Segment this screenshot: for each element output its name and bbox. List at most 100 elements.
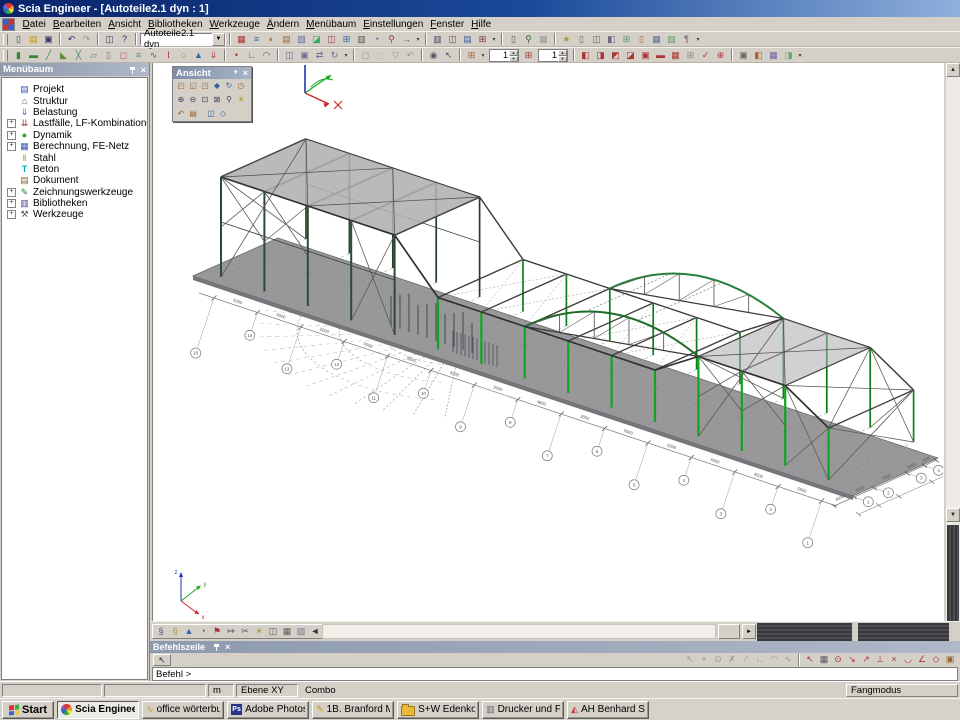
view-front-icon[interactable]: ◱ bbox=[187, 80, 199, 92]
project-combo[interactable]: Autoteile2.1 dyn ▼ bbox=[140, 33, 226, 46]
status-plane[interactable]: Ebene XY bbox=[236, 684, 298, 697]
beam-icon[interactable]: ▬ bbox=[26, 48, 41, 62]
flag-icon[interactable]: ⚑ bbox=[210, 625, 224, 638]
search-icon[interactable]: ⚲ bbox=[384, 32, 399, 46]
toolbar-grip[interactable] bbox=[3, 34, 8, 45]
base-plate-icon[interactable]: ▬ bbox=[653, 48, 668, 62]
page-star-icon[interactable]: ▯ bbox=[634, 32, 649, 46]
sidebar-item-zeichnungswerkzeuge[interactable]: +✎Zeichnungswerkzeuge bbox=[2, 187, 147, 198]
sidebar-item-beton[interactable]: TBeton bbox=[2, 164, 147, 175]
unselect-icon[interactable]: ◻ bbox=[373, 48, 388, 62]
taskbar-task-adobe-photoshop[interactable]: PsAdobe Photoshop ... bbox=[227, 701, 309, 719]
combo-dropdown-arrow-icon[interactable]: ▼ bbox=[212, 33, 225, 46]
print-icon[interactable]: ▥ bbox=[430, 32, 445, 46]
pin-icon[interactable] bbox=[129, 66, 137, 74]
view-palette-header[interactable]: Ansicht ▼ × bbox=[173, 67, 251, 79]
arc-icon[interactable]: ◠ bbox=[259, 48, 274, 62]
page-new-icon[interactable]: ⊞ bbox=[619, 32, 634, 46]
sidebar-item-dynamik[interactable]: +●Dynamik bbox=[2, 130, 147, 141]
fe-mesh-icon[interactable]: ▦ bbox=[280, 625, 294, 638]
shrink-icon[interactable]: ✂ bbox=[238, 625, 252, 638]
scroll-right-icon[interactable]: ► bbox=[742, 624, 756, 639]
zoom-cursor-icon[interactable]: ⊙ bbox=[711, 653, 725, 666]
sidebar-item-lastfälle-lf-kombinationen[interactable]: +⇊Lastfälle, LF-Kombinationen bbox=[2, 118, 147, 129]
page-text-icon[interactable]: ¶ bbox=[679, 32, 694, 46]
table-icon[interactable]: ⊞ bbox=[339, 32, 354, 46]
gallery-icon[interactable]: ▧ bbox=[294, 32, 309, 46]
dimension-icon[interactable]: ↦ bbox=[224, 625, 238, 638]
polyline-cursor-icon[interactable]: ∟ bbox=[753, 653, 767, 666]
grid-step-icon[interactable]: ⊞ bbox=[521, 48, 536, 62]
overflow-arrow-icon[interactable]: ▾ bbox=[479, 48, 487, 62]
snap-mode-icon[interactable]: ↖ bbox=[803, 653, 817, 666]
zoom-page-icon[interactable]: ⚲ bbox=[521, 32, 536, 46]
spinner-up-down-icon[interactable]: ▲▼ bbox=[509, 50, 518, 61]
cross-section-icon[interactable]: I bbox=[161, 48, 176, 62]
wireframe-icon[interactable]: ▦ bbox=[766, 48, 781, 62]
wall-icon[interactable]: ▯ bbox=[101, 48, 116, 62]
vertical-scroll-thumb[interactable] bbox=[947, 525, 959, 621]
snap-intersection-icon[interactable]: × bbox=[887, 653, 901, 666]
pinned-connection-icon[interactable]: ◩ bbox=[608, 48, 623, 62]
polyline-icon[interactable]: ∟ bbox=[244, 48, 259, 62]
snap-node-icon[interactable]: ⊙ bbox=[831, 653, 845, 666]
page-chart-icon[interactable]: ▧ bbox=[664, 32, 679, 46]
sidebar-item-berechnung-fe-netz[interactable]: +▦Berechnung, FE-Netz bbox=[2, 141, 147, 152]
view-top-icon[interactable]: ◰ bbox=[175, 80, 187, 92]
expand-icon[interactable]: + bbox=[7, 119, 16, 128]
expand-icon[interactable]: + bbox=[7, 142, 16, 151]
render-icon[interactable]: ◧ bbox=[751, 48, 766, 62]
preview-icon[interactable]: ◔ bbox=[369, 32, 384, 46]
rafter-icon[interactable]: ╱ bbox=[41, 48, 56, 62]
delete-cursor-icon[interactable]: ✗ bbox=[725, 653, 739, 666]
hinge-icon[interactable]: ○ bbox=[176, 48, 191, 62]
zoom-window-icon[interactable]: ⊡ bbox=[199, 94, 211, 106]
axonometric-icon[interactable]: ◆ bbox=[211, 80, 223, 92]
expand-icon[interactable]: + bbox=[7, 210, 16, 219]
menu-datei[interactable]: Datei bbox=[19, 19, 49, 30]
toolbar-grip[interactable] bbox=[3, 50, 8, 61]
menu-bearbeiten[interactable]: Bearbeiten bbox=[49, 19, 104, 30]
grid-icon[interactable]: ▦ bbox=[536, 32, 551, 46]
database-icon[interactable]: ▦ bbox=[234, 32, 249, 46]
sidebar-item-projekt[interactable]: ▤Projekt bbox=[2, 84, 147, 95]
layers-icon[interactable]: ≡ bbox=[249, 32, 264, 46]
sidebar-item-bibliotheken[interactable]: +▥Bibliotheken bbox=[2, 198, 147, 209]
snap-perpendicular-icon[interactable]: ⊥ bbox=[873, 653, 887, 666]
view-parameters-icon[interactable]: ◫ bbox=[205, 108, 217, 120]
multicopy-icon[interactable]: ▣ bbox=[297, 48, 312, 62]
calculator-icon[interactable]: ⊞ bbox=[475, 32, 490, 46]
pointer-icon[interactable]: ↖ bbox=[441, 48, 456, 62]
select-cross-icon[interactable]: × bbox=[697, 653, 711, 666]
expand-icon[interactable]: + bbox=[7, 188, 16, 197]
rotate-3d-icon[interactable]: ↻ bbox=[223, 80, 235, 92]
horizontal-scroll-thumb[interactable] bbox=[718, 624, 740, 639]
menu-tree-panel-header[interactable]: Menübaum × bbox=[0, 63, 149, 76]
visibility-icon[interactable]: ◉ bbox=[426, 48, 441, 62]
new-document-icon[interactable]: ▯ bbox=[11, 32, 26, 46]
bracing-icon[interactable]: ╳ bbox=[71, 48, 86, 62]
pin-icon[interactable] bbox=[213, 643, 221, 651]
select-arrow-icon[interactable]: ↖ bbox=[683, 653, 697, 666]
close-icon[interactable]: × bbox=[225, 643, 230, 651]
sidebar-item-struktur[interactable]: ⌂Struktur bbox=[2, 95, 147, 106]
vertical-scrollbar[interactable]: ▲ ▼ bbox=[946, 63, 960, 621]
segment-cursor-icon[interactable]: ∿ bbox=[781, 653, 795, 666]
overflow-arrow-icon[interactable]: ▾ bbox=[342, 48, 350, 62]
connection-icon[interactable]: ◧ bbox=[578, 48, 593, 62]
page-setup-icon[interactable]: ▯ bbox=[506, 32, 521, 46]
shade-icon[interactable]: ◨ bbox=[781, 48, 796, 62]
window-select-icon[interactable]: ◫ bbox=[266, 625, 280, 638]
zoom-in-icon[interactable]: ⊕ bbox=[175, 94, 187, 106]
sidebar-item-stahl[interactable]: ‖Stahl bbox=[2, 152, 147, 163]
collapse-left-icon[interactable]: ◄ bbox=[308, 625, 322, 638]
print-preview-icon[interactable]: ◫ bbox=[445, 32, 460, 46]
page-copy-icon[interactable]: ◫ bbox=[589, 32, 604, 46]
cursor-mode-button[interactable]: ↖ bbox=[153, 654, 171, 666]
spinner-up-down-icon[interactable]: ▲▼ bbox=[558, 50, 567, 61]
snap-mode-button[interactable]: Fangmodus bbox=[846, 684, 958, 697]
model-viewport[interactable]: 5000500050005000500050005000480030005000… bbox=[152, 63, 944, 621]
palette-dropdown-icon[interactable]: ▼ bbox=[233, 70, 239, 76]
crosshair-icon[interactable]: ⊕ bbox=[713, 48, 728, 62]
sidebar-item-belastung[interactable]: ⇓Belastung bbox=[2, 107, 147, 118]
